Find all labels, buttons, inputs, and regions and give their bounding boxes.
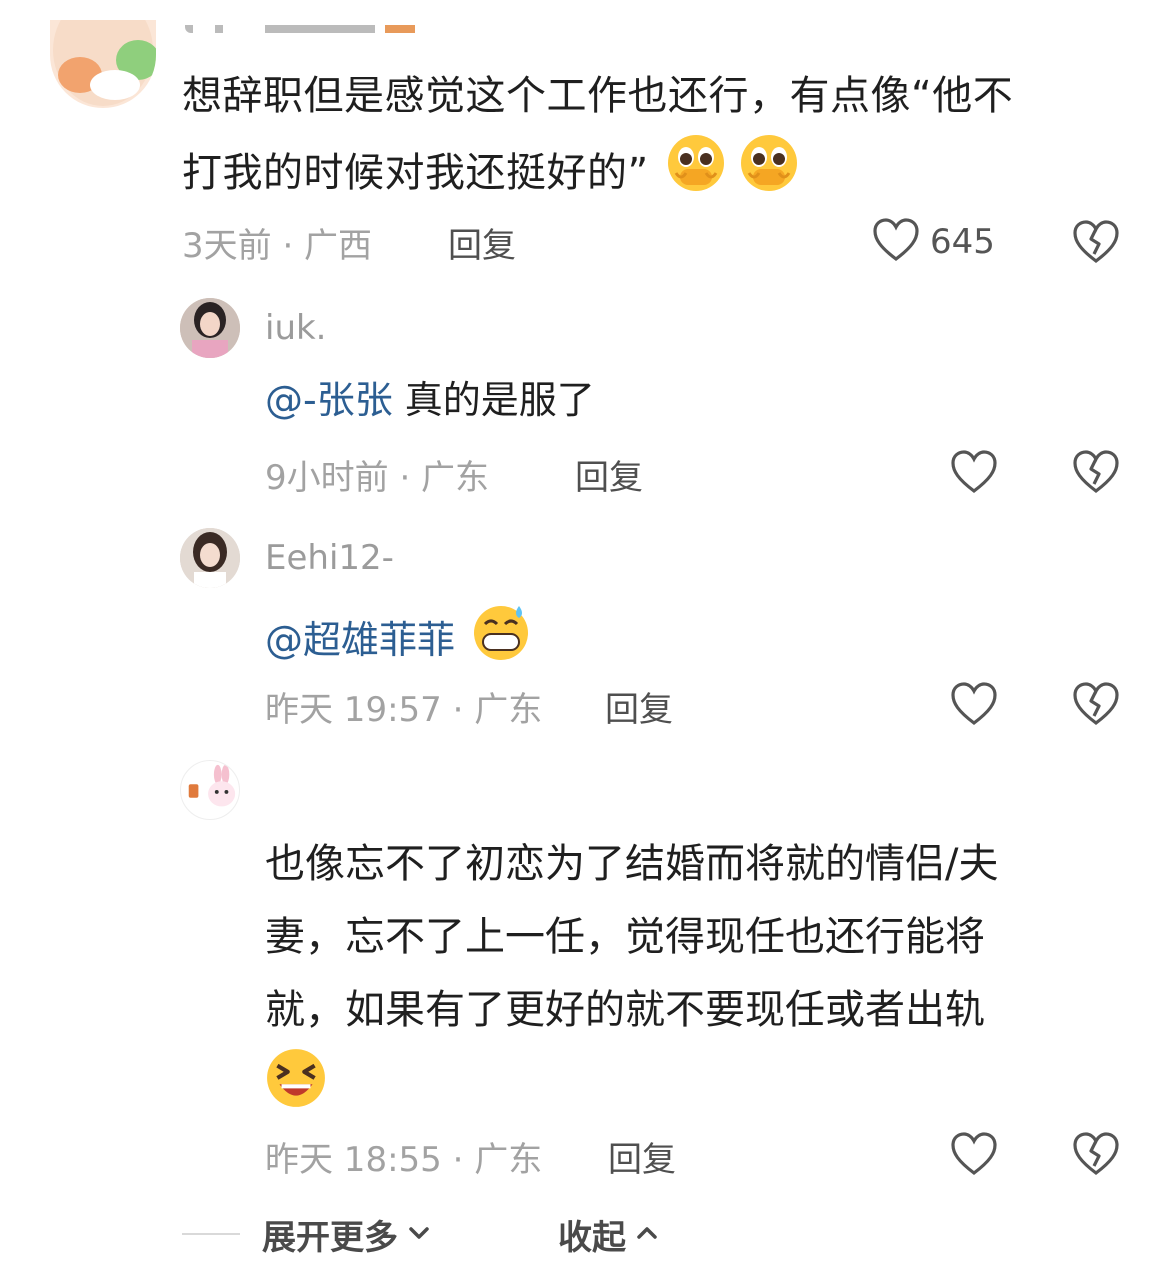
expand-more-button[interactable]: 展开更多 [262, 1210, 432, 1259]
reply-meta: 昨天 18:55 · 广东 [265, 1140, 543, 1180]
comment-line-2-text: 打我的时候对我还挺好的” [182, 150, 649, 196]
like-button[interactable] [950, 450, 998, 498]
reply-username[interactable]: iuk. [265, 308, 327, 348]
collapse-button[interactable]: 收起 [558, 1210, 660, 1259]
reply-line: 妻，忘不了上一任，觉得现任也还行能将 [265, 914, 985, 960]
reply-button[interactable]: 回复 [608, 1132, 676, 1181]
reply-button[interactable]: 回复 [575, 450, 643, 499]
reply-meta: 9小时前 · 广东 [265, 458, 490, 498]
avatar[interactable] [180, 528, 240, 588]
like-count: 645 [930, 222, 995, 262]
reply-username[interactable]: Eehi12- [265, 538, 394, 578]
avatar[interactable] [180, 760, 240, 820]
grinning-sweat-icon [471, 602, 531, 677]
broken-heart-icon [1072, 450, 1120, 498]
reply-emoji-line [265, 1047, 1145, 1120]
comment-text: 想辞职但是感觉这个工作也还行，有点像“他不 打我的时候对我还挺好的” [182, 60, 1142, 217]
comment-meta: 3天前 · 广西 [182, 226, 373, 266]
mention-link[interactable]: @-张张 [265, 378, 393, 422]
reply-meta: 昨天 19:57 · 广东 [265, 690, 543, 730]
heart-icon [872, 218, 920, 266]
expand-more-label: 展开更多 [262, 1218, 398, 1258]
reply-text: @-张张 真的是服了 [265, 372, 595, 428]
like-button[interactable] [950, 682, 998, 730]
reply-line: 就，如果有了更好的就不要现任或者出轨 [265, 987, 985, 1033]
chevron-down-icon [406, 1220, 432, 1250]
pleading-face-icon [666, 133, 726, 217]
reply-button[interactable]: 回复 [605, 682, 673, 731]
mention-link[interactable]: @超雄菲菲 [265, 612, 455, 668]
reply-text-body: 真的是服了 [392, 378, 595, 422]
laughing-squint-icon [265, 1047, 327, 1133]
broken-heart-icon [1072, 1132, 1120, 1180]
like-button[interactable]: 645 [872, 218, 995, 266]
reply-line: 也像忘不了初恋为了结婚而将就的情侣/夫 [265, 841, 999, 887]
like-button[interactable] [950, 1132, 998, 1180]
reply-button[interactable]: 回复 [448, 218, 516, 267]
chevron-up-icon [634, 1220, 660, 1250]
reply-text: 也像忘不了初恋为了结婚而将就的情侣/夫 妻，忘不了上一任，觉得现任也还行能将 就… [265, 828, 1145, 1120]
broken-heart-icon [1072, 220, 1120, 268]
divider [182, 1233, 240, 1235]
pleading-face-icon [739, 133, 799, 217]
dislike-button[interactable] [1072, 1132, 1120, 1180]
dislike-button[interactable] [1072, 450, 1120, 498]
username-cutoff [185, 25, 425, 45]
avatar[interactable] [50, 20, 156, 108]
comment-line-1: 想辞职但是感觉这个工作也还行，有点像“他不 [182, 73, 1014, 119]
heart-icon [950, 450, 998, 498]
comment-line-2: 打我的时候对我还挺好的” [182, 133, 1142, 217]
reply-text: @超雄菲菲 [265, 602, 531, 677]
heart-icon [950, 1132, 998, 1180]
dislike-button[interactable] [1072, 682, 1120, 730]
avatar[interactable] [180, 298, 240, 358]
dislike-button[interactable] [1072, 220, 1120, 268]
collapse-label: 收起 [558, 1218, 626, 1258]
broken-heart-icon [1072, 682, 1120, 730]
heart-icon [950, 682, 998, 730]
